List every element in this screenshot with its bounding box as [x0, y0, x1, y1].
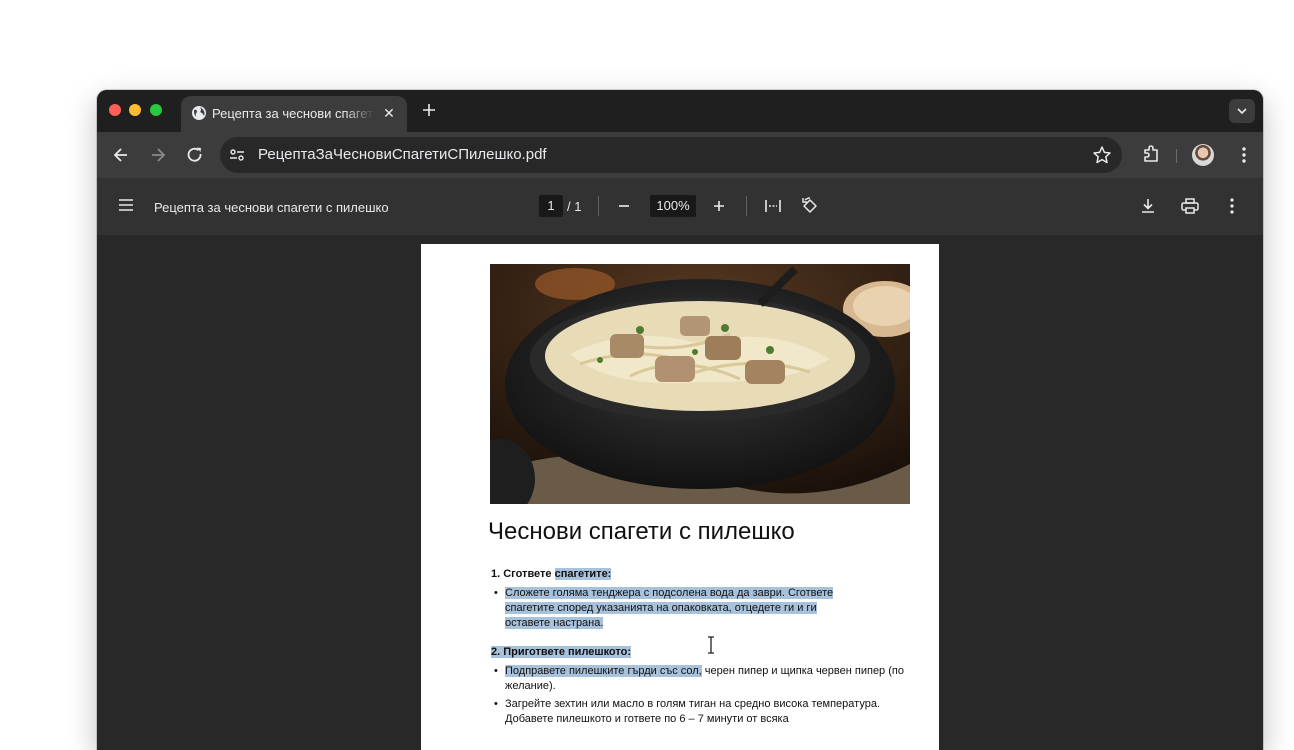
forward-icon[interactable]: [148, 145, 168, 165]
globe-icon: [192, 106, 206, 120]
more-icon[interactable]: [1234, 145, 1254, 165]
pdf-document-title: Рецепта за чеснови спагети с пилешко: [154, 200, 389, 215]
close-window-button[interactable]: [109, 104, 121, 116]
tab-active[interactable]: Рецепта за чеснови спагети с пилешко ✕: [181, 96, 407, 132]
star-icon[interactable]: [1092, 145, 1112, 165]
tab-title: Рецепта за чеснови спагети с пилешко: [212, 106, 374, 121]
reload-icon[interactable]: [185, 145, 205, 165]
zoom-input[interactable]: 100%: [650, 195, 696, 217]
page-total: / 1: [567, 199, 582, 214]
browser-toolbar: РецептаЗаЧесновиСпагетиСПилешко.pdf: [97, 132, 1263, 178]
toolbar-divider: [1176, 149, 1177, 163]
zoom-in-icon[interactable]: [708, 195, 730, 217]
step-2-heading: 2. Пригответе пилешкото:: [491, 646, 632, 658]
pdf-toolbar: Рецепта за чеснови спагети с пилешко 1 /…: [97, 178, 1263, 235]
avatar[interactable]: [1192, 144, 1214, 166]
fit-page-icon[interactable]: [762, 195, 784, 217]
address-bar[interactable]: РецептаЗаЧесновиСпагетиСПилешко.pdf: [220, 137, 1122, 173]
hamburger-icon[interactable]: [117, 196, 135, 214]
url-text: РецептаЗаЧесновиСпагетиСПилешко.pdf: [258, 146, 547, 163]
step-2-bullet-2-text: Загрейте зехтин или масло в голям тиган …: [505, 698, 880, 725]
step-2-heading-text: 2. Пригответе пилешкото:: [491, 646, 632, 658]
step-1-bullet-text: Сложете голяма тенджера с подсолена вода…: [505, 587, 834, 629]
extensions-icon[interactable]: [1140, 144, 1162, 166]
pdf-viewer[interactable]: Чеснови спагети с пилешко 1. Сгответе сп…: [97, 235, 1263, 750]
maximize-window-button[interactable]: [150, 104, 162, 116]
step-1-heading: 1. Сгответе спагетите:: [491, 568, 612, 580]
minimize-window-button[interactable]: [129, 104, 141, 116]
plus-icon[interactable]: [419, 100, 439, 120]
recipe-title: Чеснови спагети с пилешко: [488, 518, 795, 545]
bullet-dot: •: [494, 665, 498, 677]
step-2-bullet-1-highlighted: Подправете пилешките гърди със сол,: [505, 665, 702, 677]
bullet-dot: •: [494, 698, 498, 710]
pdf-toolbar-divider: [598, 196, 599, 216]
recipe-photo: [490, 264, 910, 504]
rotate-icon[interactable]: [799, 195, 821, 217]
pdf-toolbar-divider: [746, 196, 747, 216]
tab-strip: Рецепта за чеснови спагети с пилешко ✕: [97, 90, 1263, 132]
tab-search-button[interactable]: [1229, 99, 1255, 123]
chevron-down-icon: [1237, 108, 1247, 115]
download-icon[interactable]: [1137, 195, 1159, 217]
print-icon[interactable]: [1179, 195, 1201, 217]
page-number-input[interactable]: 1: [539, 195, 563, 217]
pdf-page: Чеснови спагети с пилешко 1. Сгответе сп…: [421, 244, 939, 750]
zoom-out-icon[interactable]: [613, 195, 635, 217]
bullet-dot: •: [494, 587, 498, 599]
site-info-icon[interactable]: [228, 146, 246, 164]
close-icon[interactable]: ✕: [381, 105, 397, 121]
text-cursor-icon: [708, 636, 714, 654]
step-1-highlighted: спагетите:: [554, 568, 612, 580]
back-icon[interactable]: [111, 145, 131, 165]
step-1-prefix: 1. Сгответе: [491, 568, 555, 580]
browser-window: Рецепта за чеснови спагети с пилешко ✕: [97, 90, 1263, 750]
more-icon[interactable]: [1221, 195, 1243, 217]
